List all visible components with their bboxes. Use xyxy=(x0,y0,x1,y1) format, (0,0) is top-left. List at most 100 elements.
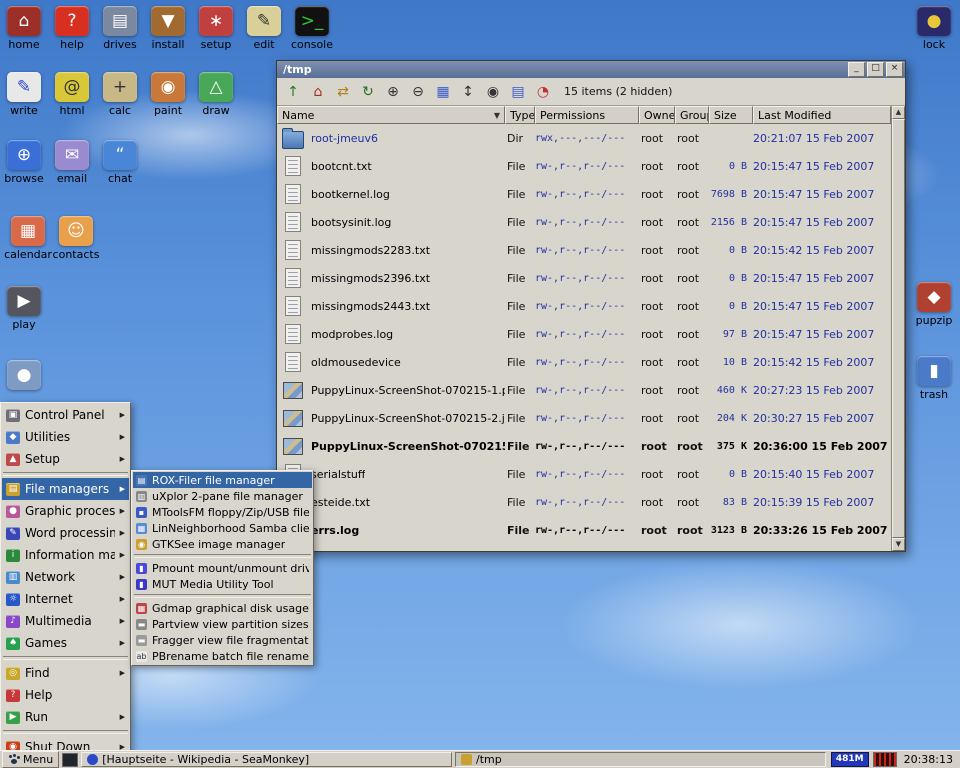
menu-item-uxplor[interactable]: ▥uXplor 2-pane file manager xyxy=(133,488,312,504)
file-row[interactable]: bootcnt.txtFilerw-,r--,r--/---rootroot0 … xyxy=(277,152,891,180)
file-row[interactable]: bootkernel.logFilerw-,r--,r--/---rootroo… xyxy=(277,180,891,208)
file-row[interactable]: errs.logFilerw-,r--,r--/---rootroot3123 … xyxy=(277,516,891,544)
bookmarks-icon[interactable]: ⇄ xyxy=(331,81,355,103)
menu-item-partview[interactable]: ▬Partview view partition sizes xyxy=(133,616,312,632)
column-header-size[interactable]: Size xyxy=(709,106,753,124)
file-managers-submenu: ▤ROX-Filer file manager▥uXplor 2-pane fi… xyxy=(131,470,314,666)
menu-item-linneighborhood[interactable]: ▦LinNeighborhood Samba client xyxy=(133,520,312,536)
column-header-owner[interactable]: Owner xyxy=(639,106,675,124)
contacts[interactable]: ☺contacts xyxy=(52,216,100,261)
column-header-type[interactable]: Type xyxy=(505,106,535,124)
chat[interactable]: “chat xyxy=(96,140,144,185)
menu-item-gdmap[interactable]: ▦Gdmap graphical disk usage xyxy=(133,600,312,616)
home-icon[interactable]: ⌂ xyxy=(306,81,330,103)
icons-view-icon[interactable]: ▦ xyxy=(431,81,455,103)
file-row[interactable]: serialstuffFilerw-,r--,r--/---rootroot0 … xyxy=(277,460,891,488)
trash[interactable]: ▮trash xyxy=(910,356,958,401)
file-row[interactable]: missingmods2396.txtFilerw-,r--,r--/---ro… xyxy=(277,264,891,292)
menu-item-graphic-processing[interactable]: ●Graphic processing▶ xyxy=(2,500,129,522)
cloud xyxy=(560,560,920,690)
file-row[interactable]: root-jmeuv6Dirrwx,---,---/---rootroot20:… xyxy=(277,124,891,152)
calendar[interactable]: ▦calendar xyxy=(4,216,52,261)
column-header-group[interactable]: Group xyxy=(675,106,709,124)
file-type: Dir xyxy=(505,132,535,145)
html[interactable]: @html xyxy=(48,72,96,117)
up-icon[interactable]: ↑ xyxy=(281,81,305,103)
zoom-out-icon[interactable]: ⊖ xyxy=(406,81,430,103)
minimize-button[interactable]: _ xyxy=(848,62,865,77)
menu-item-control-panel[interactable]: ▣Control Panel▶ xyxy=(2,404,129,426)
taskbar-task-tmp[interactable]: /tmp xyxy=(455,752,826,767)
scroll-down-icon[interactable]: ▼ xyxy=(892,538,905,551)
window-titlebar[interactable]: /tmp _ □ × xyxy=(277,61,905,78)
file-row[interactable]: missingmods2283.txtFilerw-,r--,r--/---ro… xyxy=(277,236,891,264)
install[interactable]: ▼install xyxy=(144,6,192,51)
file-row[interactable]: PuppyLinux-ScreenShot-070215-3.pngFilerw… xyxy=(277,432,891,460)
menu-item-internet[interactable]: ☼Internet▶ xyxy=(2,588,129,610)
file-row[interactable]: modprobes.logFilerw-,r--,r--/---rootroot… xyxy=(277,320,891,348)
menu-item-mtoolsfm[interactable]: ▪MToolsFM floppy/Zip/USB file mgr xyxy=(133,504,312,520)
connect[interactable]: ● xyxy=(0,360,48,390)
scroll-up-icon[interactable]: ▲ xyxy=(892,106,905,119)
menu-item-file-managers[interactable]: ▤File managers▶ xyxy=(2,478,129,500)
file-row[interactable]: missingmods2443.txtFilerw-,r--,r--/---ro… xyxy=(277,292,891,320)
menu-item-utilities[interactable]: ◆Utilities▶ xyxy=(2,426,129,448)
paint[interactable]: ◉paint xyxy=(144,72,192,117)
home[interactable]: ⌂home xyxy=(0,6,48,51)
menu-item-pmount[interactable]: ▮Pmount mount/unmount drives xyxy=(133,560,312,576)
file-row[interactable]: bootsysinit.logFilerw-,r--,r--/---rootro… xyxy=(277,208,891,236)
draw[interactable]: △draw xyxy=(192,72,240,117)
details-view-icon[interactable]: ▤ xyxy=(506,81,530,103)
information-managers-icon: i xyxy=(6,549,20,562)
edit[interactable]: ✎edit xyxy=(240,6,288,51)
refresh-timer-icon[interactable]: ◔ xyxy=(531,81,555,103)
memory-badge[interactable]: 481M xyxy=(831,752,869,767)
menu-button[interactable]: Menu xyxy=(2,751,59,768)
show-hidden-icon[interactable]: ◉ xyxy=(481,81,505,103)
console[interactable]: >_console xyxy=(288,6,336,51)
menu-item-word-processing[interactable]: ✎Word processing▶ xyxy=(2,522,129,544)
calc[interactable]: +calc xyxy=(96,72,144,117)
column-header-permissions[interactable]: Permissions xyxy=(535,106,639,124)
menu-item-help[interactable]: ?Help xyxy=(2,684,129,706)
refresh-icon[interactable]: ↻ xyxy=(356,81,380,103)
file-row[interactable]: oldmousedeviceFilerw-,r--,r--/---rootroo… xyxy=(277,348,891,376)
file-row[interactable]: PuppyLinux-ScreenShot-070215-2.jpgFilerw… xyxy=(277,404,891,432)
help[interactable]: ?help xyxy=(48,6,96,51)
menu-item-find[interactable]: ◎Find▶ xyxy=(2,662,129,684)
menu-item-multimedia[interactable]: ♪Multimedia▶ xyxy=(2,610,129,632)
menu-item-fragger[interactable]: ▬Fragger view file fragmentation xyxy=(133,632,312,648)
scrollbar-thumb[interactable] xyxy=(892,119,905,538)
close-button[interactable]: × xyxy=(886,62,903,77)
taskbar-task-seamonkey[interactable]: [Hauptseite - Wikipedia - SeaMonkey] xyxy=(81,752,452,767)
menu-item-pbrename[interactable]: abPBrename batch file renamer xyxy=(133,648,312,664)
menu-item-rox-filer[interactable]: ▤ROX-Filer file manager xyxy=(133,472,312,488)
vertical-scrollbar[interactable]: ▲ ▼ xyxy=(891,106,905,551)
pupzip[interactable]: ◆pupzip xyxy=(910,282,958,327)
write[interactable]: ✎write xyxy=(0,72,48,117)
setup[interactable]: ∗setup xyxy=(192,6,240,51)
column-header-name[interactable]: Name ▼ xyxy=(277,106,505,124)
menu-item-run[interactable]: ▶Run▶ xyxy=(2,706,129,728)
pager-icon[interactable] xyxy=(62,753,78,767)
menu-item-network[interactable]: ▥Network▶ xyxy=(2,566,129,588)
file-row[interactable]: PuppyLinux-ScreenShot-070215-1.pngFilerw… xyxy=(277,376,891,404)
browse[interactable]: ⊕browse xyxy=(0,140,48,185)
lock[interactable]: ●lock xyxy=(910,6,958,51)
sort-icon[interactable]: ↕ xyxy=(456,81,480,103)
rox-filer-icon: ▤ xyxy=(136,475,147,486)
email[interactable]: ✉email xyxy=(48,140,96,185)
menu-item-mut[interactable]: ▮MUT Media Utility Tool xyxy=(133,576,312,592)
file-row[interactable]: esteide.txtFilerw-,r--,r--/---rootroot83… xyxy=(277,488,891,516)
maximize-button[interactable]: □ xyxy=(867,62,884,77)
icon-label: write xyxy=(10,104,38,117)
text-file-icon xyxy=(285,184,301,204)
zoom-in-icon[interactable]: ⊕ xyxy=(381,81,405,103)
menu-item-gtksee[interactable]: ◉GTKSee image manager xyxy=(133,536,312,552)
drives[interactable]: ▤drives xyxy=(96,6,144,51)
menu-item-setup[interactable]: ▲Setup▶ xyxy=(2,448,129,470)
menu-item-games[interactable]: ♠Games▶ xyxy=(2,632,129,654)
column-header-modified[interactable]: Last Modified xyxy=(753,106,891,124)
menu-item-information-managers[interactable]: iInformation managers▶ xyxy=(2,544,129,566)
play[interactable]: ▶play xyxy=(0,286,48,331)
